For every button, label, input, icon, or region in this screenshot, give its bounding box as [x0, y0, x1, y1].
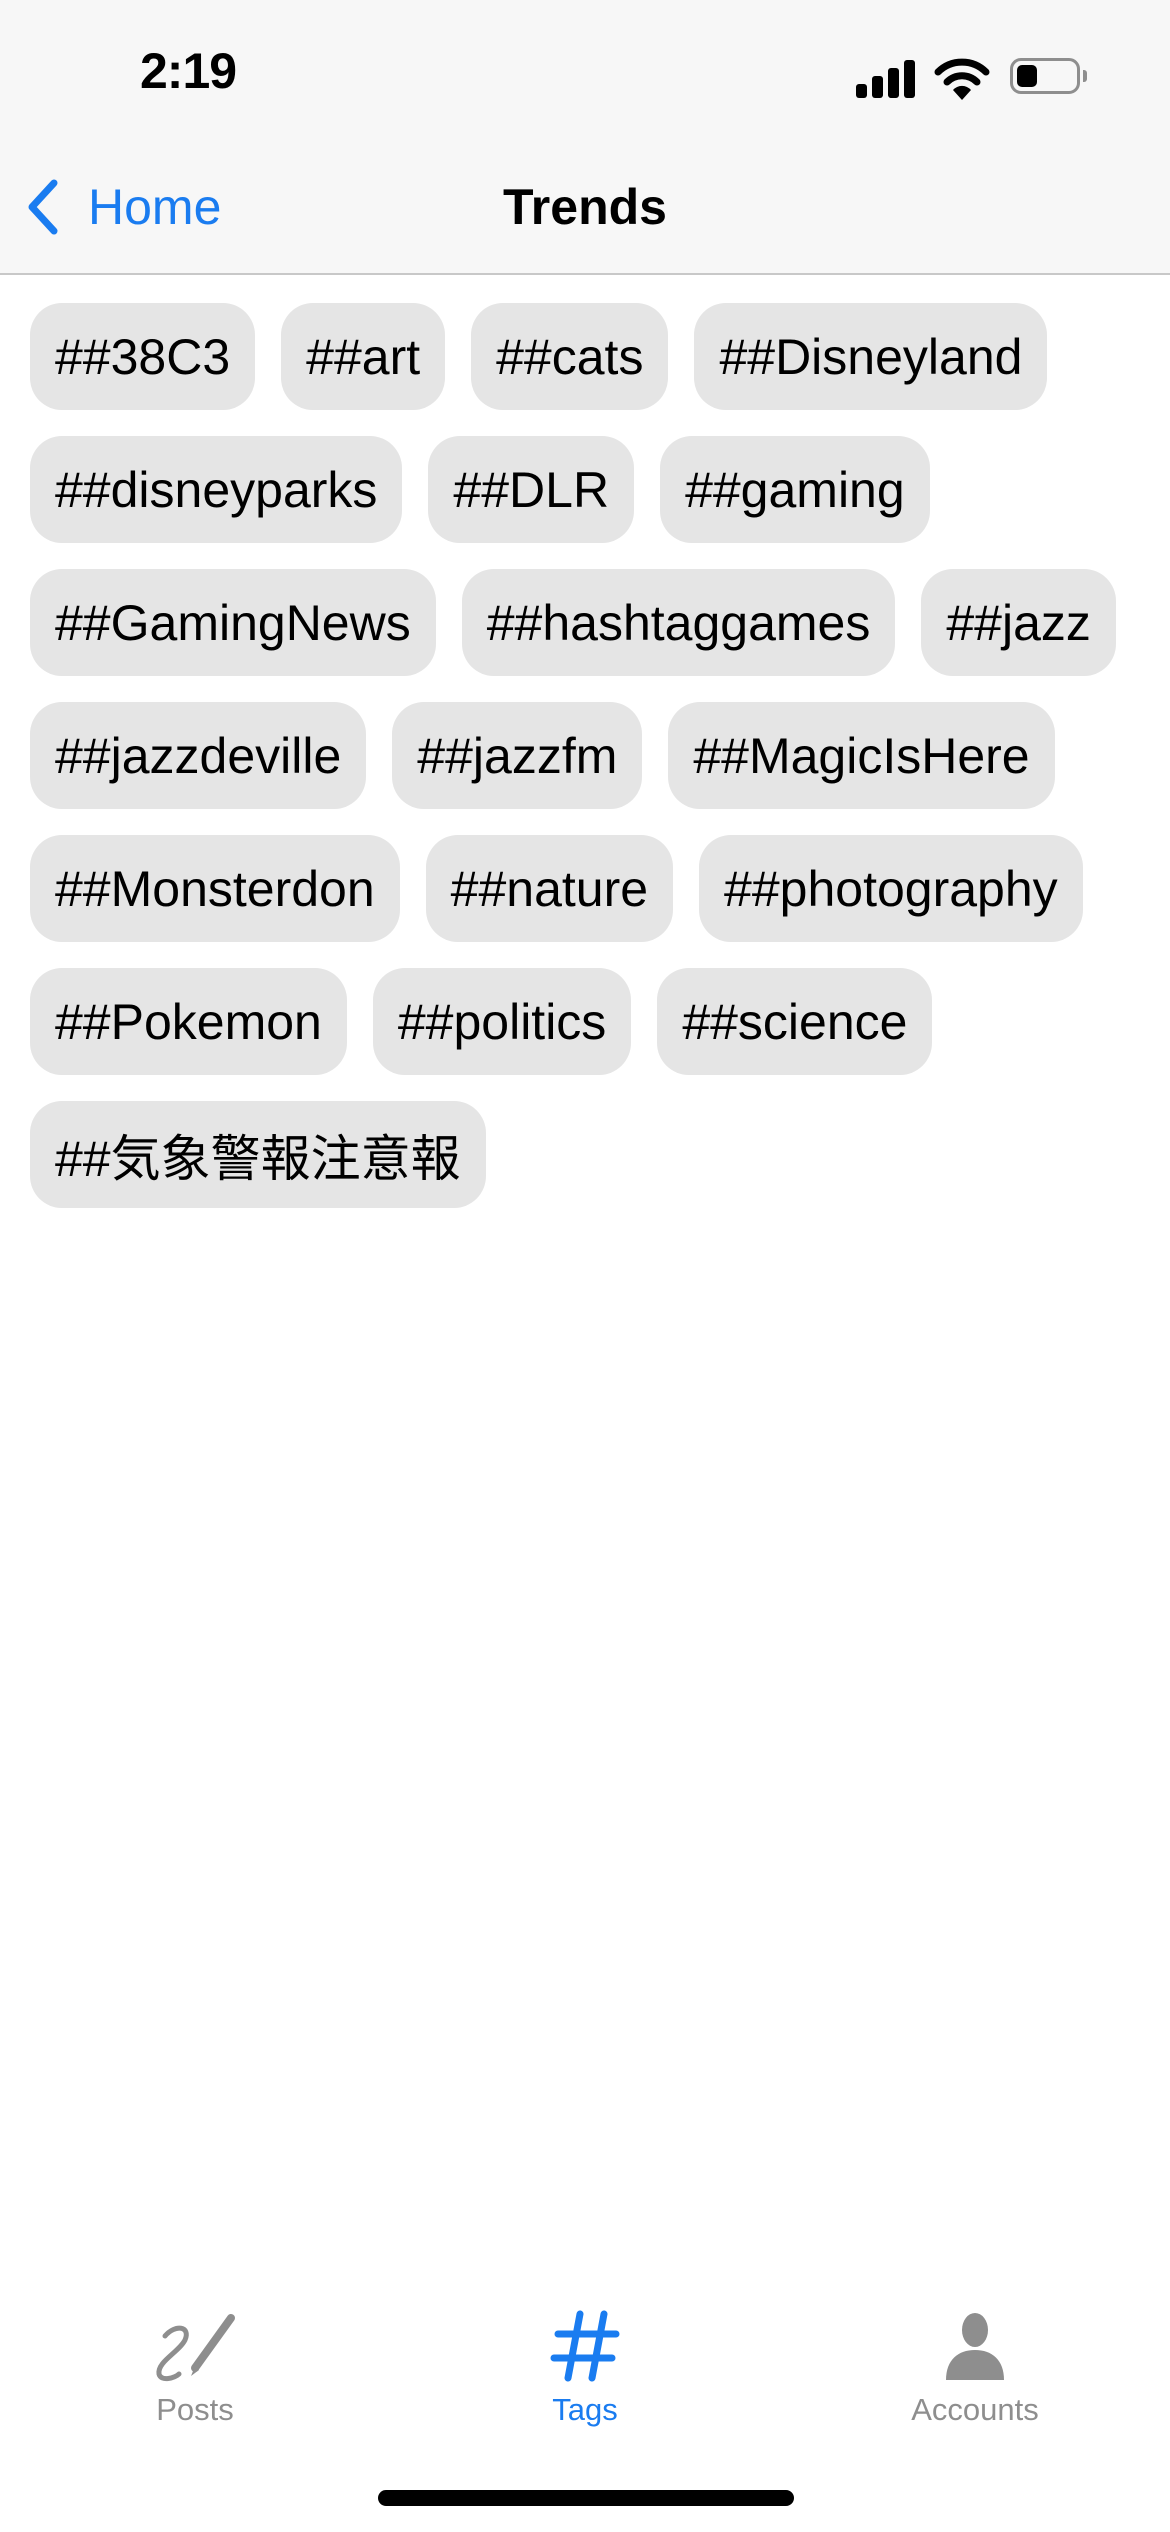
status-time: 2:19: [140, 43, 237, 99]
tab-label: Accounts: [911, 2392, 1039, 2427]
tag-chip[interactable]: ##Disneyland: [694, 303, 1048, 410]
tab-tags[interactable]: Tags: [390, 2290, 780, 2450]
cellular-signal-icon: [856, 58, 916, 98]
tab-posts[interactable]: Posts: [0, 2290, 390, 2450]
tag-chip[interactable]: ##nature: [425, 835, 674, 942]
tag-chip[interactable]: ##hashtaggames: [461, 569, 896, 676]
home-indicator[interactable]: [378, 2490, 794, 2506]
navigation-header: 2:19 Home Trends: [0, 0, 1170, 275]
signature-pen-icon: [140, 2306, 250, 2386]
battery-cap: [1083, 70, 1087, 82]
tag-chip[interactable]: ##art: [281, 303, 446, 410]
battery-level: [1017, 65, 1037, 87]
battery-icon: [1010, 58, 1080, 94]
tag-chip[interactable]: ##GamingNews: [30, 569, 436, 676]
tag-chip[interactable]: ##jazz: [921, 569, 1116, 676]
wifi-icon: [934, 58, 990, 100]
tag-list: ##38C3 ##art ##cats ##Disneyland ##disneypar…: [30, 303, 1155, 1208]
tag-chip[interactable]: ##photography: [699, 835, 1083, 942]
tab-label: Tags: [552, 2392, 618, 2427]
tag-chip[interactable]: ##38C3: [30, 303, 256, 410]
tag-chip[interactable]: ##jazzdeville: [30, 702, 367, 809]
tag-chip[interactable]: ##politics: [372, 968, 632, 1075]
tag-chip[interactable]: ##science: [657, 968, 933, 1075]
tag-chip[interactable]: ##gaming: [660, 436, 930, 543]
tag-chip[interactable]: ##disneyparks: [30, 436, 403, 543]
tag-chip[interactable]: ##Pokemon: [30, 968, 347, 1075]
hashtag-icon: [530, 2306, 640, 2386]
tag-chip[interactable]: ##jazzfm: [392, 702, 643, 809]
tag-chip[interactable]: ##Monsterdon: [30, 835, 400, 942]
person-icon: [920, 2306, 1030, 2386]
tag-chip[interactable]: ##DLR: [428, 436, 635, 543]
tag-chip[interactable]: ##MagicIsHere: [668, 702, 1055, 809]
tab-label: Posts: [156, 2392, 234, 2427]
tag-chip[interactable]: ##気象警報注意報: [30, 1101, 486, 1208]
page-title: Trends: [503, 179, 667, 235]
tab-accounts[interactable]: Accounts: [780, 2290, 1170, 2450]
tag-chip[interactable]: ##cats: [471, 303, 669, 410]
